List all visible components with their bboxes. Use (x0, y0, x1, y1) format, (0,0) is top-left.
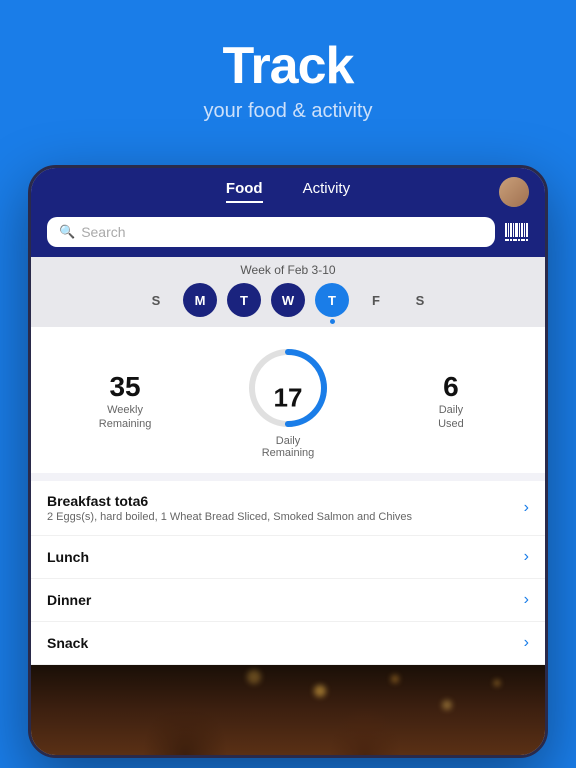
avatar-image (499, 177, 529, 207)
nav-tabs: Food Activity (47, 180, 529, 203)
meal-item-lunch[interactable]: Lunch › (31, 536, 545, 579)
meal-content-dinner: Dinner (47, 592, 524, 608)
weekly-remaining-label: WeeklyRemaining (99, 403, 152, 432)
daily-remaining-label: DailyRemaining (262, 435, 315, 459)
daily-used-value: 6 (443, 371, 459, 403)
day-btn-sun[interactable]: S (139, 283, 173, 317)
tab-food[interactable]: Food (226, 180, 263, 203)
weekly-remaining-value: 35 (109, 371, 140, 403)
meal-content-snack: Snack (47, 635, 524, 651)
search-area: 🔍 Search (31, 211, 545, 257)
meal-content-lunch: Lunch (47, 549, 524, 565)
tab-activity[interactable]: Activity (303, 180, 351, 203)
weekly-remaining-block: 35 WeeklyRemaining (51, 371, 199, 432)
meal-title-dinner: Dinner (47, 592, 524, 608)
chevron-right-icon-snack: › (524, 634, 529, 652)
day-btn-thu[interactable]: T (315, 283, 349, 317)
daily-summary: 35 WeeklyRemaining 17 DailyRemaining 6 D… (31, 327, 545, 473)
meal-item-snack[interactable]: Snack › (31, 622, 545, 665)
daily-remaining-donut: 17 DailyRemaining (199, 343, 377, 459)
day-buttons: S M T W T F S (139, 283, 437, 317)
search-placeholder: Search (81, 224, 125, 240)
daily-used-label: DailyUsed (438, 403, 464, 432)
meal-content-breakfast: Breakfast tota6 2 Eggs(s), hard boiled, … (47, 493, 524, 523)
search-box[interactable]: 🔍 Search (47, 217, 495, 247)
week-selector: Week of Feb 3-10 S M T W T F S (31, 257, 545, 327)
daily-remaining-value: 17 (274, 382, 303, 413)
device-frame: Food Activity 🔍 Search (28, 165, 548, 758)
top-nav: Food Activity (31, 168, 545, 211)
meal-title-snack: Snack (47, 635, 524, 651)
search-icon: 🔍 (59, 224, 75, 240)
chevron-right-icon-breakfast: › (524, 499, 529, 517)
day-btn-mon[interactable]: M (183, 283, 217, 317)
bottom-image-strip (31, 665, 545, 755)
day-btn-wed[interactable]: W (271, 283, 305, 317)
meal-item-breakfast[interactable]: Breakfast tota6 2 Eggs(s), hard boiled, … (31, 481, 545, 536)
app-screen: Food Activity 🔍 Search (31, 168, 545, 755)
week-label: Week of Feb 3-10 (240, 263, 335, 277)
meal-list: Breakfast tota6 2 Eggs(s), hard boiled, … (31, 481, 545, 665)
chevron-right-icon-lunch: › (524, 548, 529, 566)
daily-used-block: 6 DailyUsed (377, 371, 525, 432)
meal-item-dinner[interactable]: Dinner › (31, 579, 545, 622)
bokeh-lights (31, 665, 545, 755)
meal-title-breakfast: Breakfast tota6 (47, 493, 524, 509)
meal-detail-breakfast: 2 Eggs(s), hard boiled, 1 Wheat Bread Sl… (47, 511, 524, 523)
day-btn-sat[interactable]: S (403, 283, 437, 317)
page-title: Track (223, 36, 354, 96)
barcode-icon[interactable] (505, 221, 529, 243)
avatar[interactable] (499, 177, 529, 207)
meal-title-lunch: Lunch (47, 549, 524, 565)
header-section: Track your food & activity (0, 0, 576, 143)
day-btn-tue[interactable]: T (227, 283, 261, 317)
day-btn-fri[interactable]: F (359, 283, 393, 317)
chevron-right-icon-dinner: › (524, 591, 529, 609)
page-subtitle: your food & activity (204, 100, 373, 123)
